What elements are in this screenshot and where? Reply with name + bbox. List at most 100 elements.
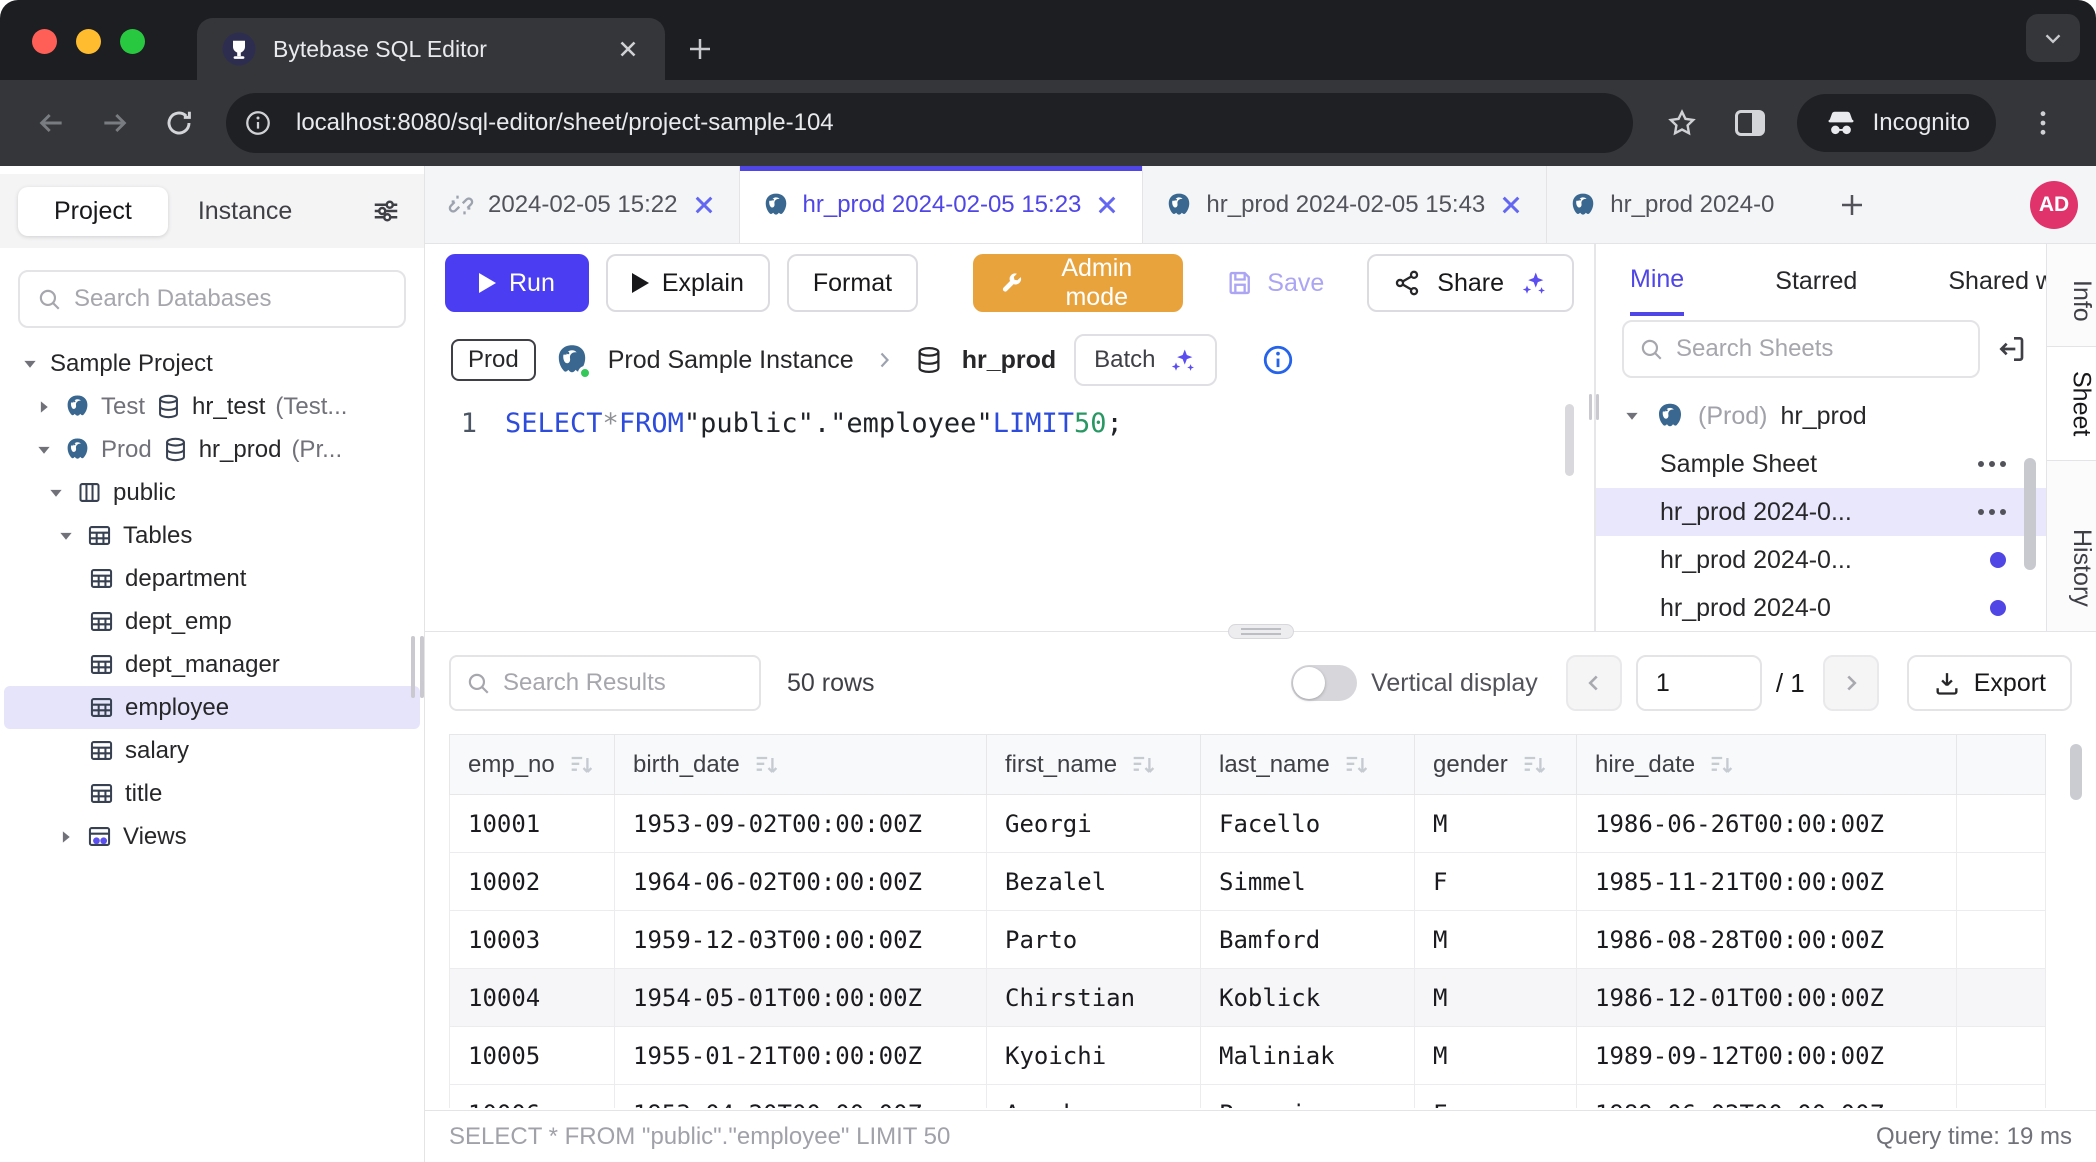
editor-scrollbar-thumb[interactable] <box>1565 404 1574 476</box>
vertical-display-toggle[interactable] <box>1291 665 1357 701</box>
tree-item-table-title[interactable]: title <box>4 772 420 815</box>
close-icon[interactable] <box>1094 192 1120 218</box>
sql-editor[interactable]: 1SELECT * FROM "public"."employee" LIMIT… <box>425 398 1594 631</box>
format-button[interactable]: Format <box>787 254 918 312</box>
editor-tab-1[interactable]: 2024-02-05 15:22 <box>425 166 740 243</box>
tree-item-hr-prod[interactable]: Prod hr_prod (Pr... <box>4 428 420 471</box>
editor-tab-3[interactable]: hr_prod 2024-02-05 15:43 <box>1143 166 1547 243</box>
tree-item-table-employee[interactable]: employee <box>4 686 420 729</box>
batch-button[interactable]: Batch <box>1074 334 1216 386</box>
address-bar[interactable]: localhost:8080/sql-editor/sheet/project-… <box>226 93 1633 153</box>
export-button[interactable]: Export <box>1907 655 2072 711</box>
new-sheet-tab-button[interactable] <box>1819 166 1885 243</box>
database-search-input[interactable] <box>74 285 388 313</box>
sheet-item-unsaved-2[interactable]: hr_prod 2024-0 <box>1596 584 2046 631</box>
tree-item-views[interactable]: Views <box>4 815 420 858</box>
sort-icon[interactable] <box>1707 751 1735 779</box>
sheet-item-unsaved-1[interactable]: hr_prod 2024-0... <box>1596 536 2046 584</box>
table-scrollbar-thumb[interactable] <box>2070 744 2082 800</box>
instance-icon-wrap <box>554 342 590 378</box>
tree-item-tables[interactable]: Tables <box>4 514 420 557</box>
sheet-menu-icon[interactable] <box>1978 509 2006 515</box>
window-minimize-button[interactable] <box>76 29 101 54</box>
column-header-emp-no[interactable]: emp_no <box>450 735 615 795</box>
browser-menu-button[interactable] <box>2012 94 2074 152</box>
tab-search-button[interactable] <box>2026 14 2080 62</box>
tree-item-table-salary[interactable]: salary <box>4 729 420 772</box>
sort-icon[interactable] <box>1129 751 1157 779</box>
tree-item-hr-test[interactable]: Test hr_test (Test... <box>4 385 420 428</box>
window-close-button[interactable] <box>32 29 57 54</box>
filter-button[interactable] <box>366 191 406 231</box>
sort-icon[interactable] <box>1342 751 1370 779</box>
sidebar-resize-handle[interactable] <box>411 636 424 698</box>
tree-item-project[interactable]: Sample Project <box>4 342 420 385</box>
browser-tab-close-icon[interactable] <box>615 36 641 62</box>
back-button[interactable] <box>22 94 80 152</box>
site-info-button[interactable] <box>236 101 280 145</box>
sheet-group-hr-prod[interactable]: (Prod) hr_prod <box>1596 392 2046 440</box>
results-toolbar: 50 rows Vertical display / 1 <box>449 654 2072 712</box>
close-icon[interactable] <box>1498 192 1524 218</box>
column-header-gender[interactable]: gender <box>1415 735 1577 795</box>
share-button[interactable]: Share <box>1367 254 1574 312</box>
side-panel-button[interactable] <box>1719 94 1781 152</box>
prev-page-button[interactable] <box>1566 655 1622 711</box>
page-number-input[interactable] <box>1636 655 1762 711</box>
instance-name[interactable]: Prod Sample Instance <box>608 346 854 375</box>
tab-starred[interactable]: Starred <box>1775 249 1857 314</box>
tab-sheet[interactable]: Sheet <box>2047 346 2096 461</box>
chevron-right-icon <box>34 397 54 417</box>
close-icon[interactable] <box>691 192 717 218</box>
column-header-hire-date[interactable]: hire_date <box>1577 735 1957 795</box>
tree-item-table-department[interactable]: department <box>4 557 420 600</box>
browser-tab[interactable]: Bytebase SQL Editor <box>197 18 665 80</box>
database-name[interactable]: hr_prod <box>962 346 1056 375</box>
sheet-item-sample-sheet[interactable]: Sample Sheet <box>1596 440 2046 488</box>
sort-icon[interactable] <box>752 751 780 779</box>
forward-button[interactable] <box>86 94 144 152</box>
save-button[interactable]: Save <box>1200 254 1350 312</box>
user-avatar[interactable]: AD <box>2030 181 2078 229</box>
tree-item-table-dept-emp[interactable]: dept_emp <box>4 600 420 643</box>
tree-item-table-dept-manager[interactable]: dept_manager <box>4 643 420 686</box>
editor-tab-4[interactable]: hr_prod 2024-0 <box>1547 166 1819 243</box>
explain-button[interactable]: Explain <box>606 254 770 312</box>
column-header-last-name[interactable]: last_name <box>1201 735 1415 795</box>
results-resize-handle[interactable] <box>1228 624 1294 639</box>
reload-button[interactable] <box>150 94 208 152</box>
row-count: 50 rows <box>787 669 875 698</box>
sort-icon[interactable] <box>567 751 595 779</box>
info-icon[interactable] <box>1261 343 1295 377</box>
run-button[interactable]: Run <box>445 254 589 312</box>
sheet-menu-icon[interactable] <box>1978 461 2006 467</box>
tab-project[interactable]: Project <box>18 187 168 236</box>
column-header-birth-date[interactable]: birth_date <box>615 735 987 795</box>
editor-tab-2-active[interactable]: hr_prod 2024-02-05 15:23 <box>740 166 1144 243</box>
tree-item-schema-public[interactable]: public <box>4 471 420 514</box>
tab-instance[interactable]: Instance <box>198 197 293 226</box>
star-icon <box>1666 107 1698 139</box>
bookmark-button[interactable] <box>1651 94 1713 152</box>
sheet-item-selected[interactable]: hr_prod 2024-0... <box>1596 488 2046 536</box>
database-search[interactable] <box>18 270 406 328</box>
collapse-panel-icon[interactable] <box>1996 333 2028 365</box>
sort-icon[interactable] <box>1520 751 1548 779</box>
tab-history[interactable]: History <box>2047 505 2096 631</box>
results-search-input[interactable] <box>503 669 745 697</box>
sheets-search-input[interactable] <box>1676 335 1964 363</box>
incognito-badge: Incognito <box>1797 94 1996 152</box>
admin-mode-button[interactable]: Admin mode <box>973 254 1183 312</box>
sheets-scrollbar-thumb[interactable] <box>2024 458 2036 570</box>
postgresql-icon <box>1655 401 1685 431</box>
tab-mine[interactable]: Mine <box>1630 247 1684 316</box>
new-tab-button[interactable] <box>665 18 735 80</box>
sheets-search[interactable] <box>1622 320 1980 378</box>
window-zoom-button[interactable] <box>120 29 145 54</box>
results-search[interactable] <box>449 655 761 711</box>
tab-shared-with-me[interactable]: Shared w <box>1948 249 2046 314</box>
tab-info[interactable]: Info <box>2047 256 2096 346</box>
next-page-button[interactable] <box>1823 655 1879 711</box>
column-header-first-name[interactable]: first_name <box>987 735 1201 795</box>
ai-sparkles-icon <box>1520 269 1548 297</box>
